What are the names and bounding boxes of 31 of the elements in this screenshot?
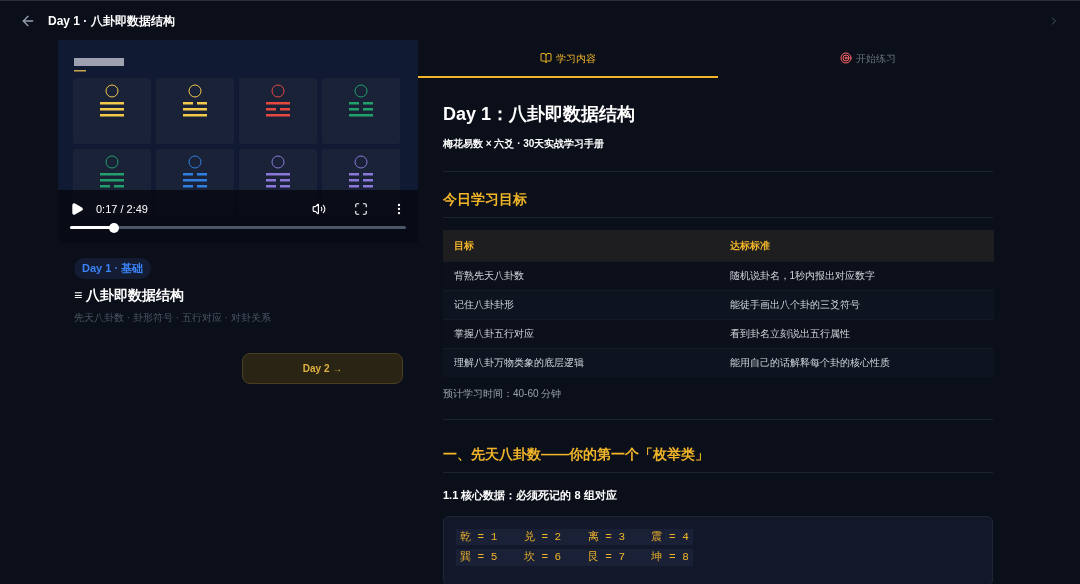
table-cell: 看到卦名立刻说出五行属性: [718, 319, 994, 348]
subsection-heading: 1.1 核心数据：必须死记的 8 组对应: [443, 488, 618, 503]
column-header: 达标标准: [718, 230, 994, 261]
page-title: Day 1 · 八卦即数据结构: [48, 12, 175, 30]
lesson-tags: 先天八卦数 · 卦形符号 · 五行对应 · 对卦关系: [74, 310, 402, 325]
time-estimate: 预计学习时间：40-60 分钟: [443, 387, 563, 401]
table-cell: 记住八卦卦形: [443, 290, 719, 319]
tab[interactable]: 开始练习: [718, 40, 1018, 78]
target-icon: [840, 52, 852, 64]
video-player[interactable]: 0:17 / 2:49: [58, 40, 418, 243]
article-subtitle: 梅花易数 × 六爻 · 30天实战学习手册: [443, 137, 606, 151]
table-cell: 随机说卦名，1秒内报出对应数字: [718, 261, 994, 290]
fullscreen-icon[interactable]: [354, 201, 368, 216]
article-title: Day 1：八卦即数据结构: [443, 103, 637, 126]
table-cell: 掌握八卦五行对应: [443, 319, 719, 348]
table-cell: 背熟先天八卦数: [443, 261, 719, 290]
tab[interactable]: 学习内容: [418, 40, 718, 78]
table-cell: 能用自己的话解释每个卦的核心性质: [718, 348, 994, 377]
book-icon: [540, 52, 552, 64]
column-header: 目标: [443, 230, 719, 261]
section-heading: 一、先天八卦数——你的第一个「枚举类」: [443, 445, 710, 464]
video-time: 0:17 / 2:49: [96, 201, 148, 217]
progress-thumb[interactable]: [108, 222, 119, 233]
section-heading: 今日学习目标: [443, 190, 528, 209]
volume-icon[interactable]: [312, 201, 326, 216]
next-day-button[interactable]: Day 2 →: [242, 353, 403, 384]
table-cell: 能徒手画出八个卦的三爻符号: [718, 290, 994, 319]
table-cell: 理解八卦万物类象的底层逻辑: [443, 348, 719, 377]
lesson-title: ≡ 八卦即数据结构: [74, 286, 186, 305]
play-icon[interactable]: [70, 201, 84, 216]
day-badge: Day 1 · 基础: [74, 258, 152, 279]
